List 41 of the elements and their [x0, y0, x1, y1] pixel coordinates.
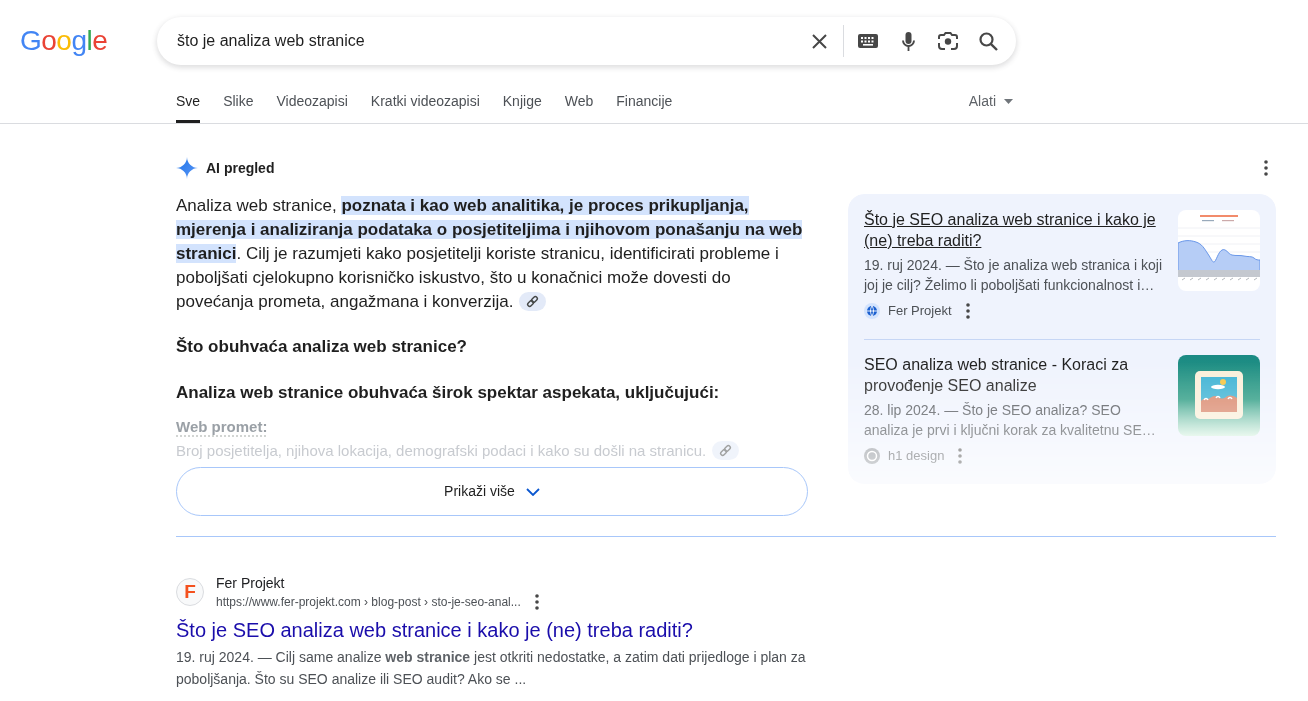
- tab[interactable]: Financije: [616, 80, 673, 123]
- source-snippet: 28. lip 2024. — Što je SEO analiza? SEO analiza je prvi i ključni korak za kvalitetnu SE…: [864, 401, 1157, 440]
- term-label: Web promet:: [176, 418, 268, 435]
- tab[interactable]: Slike: [223, 80, 254, 123]
- microphone-icon[interactable]: [901, 31, 915, 51]
- tab[interactable]: Web: [564, 80, 594, 123]
- overview-heading: Što obuhvaća analiza web stranice?: [176, 336, 468, 358]
- tab[interactable]: Videozapisi: [276, 80, 348, 123]
- clear-icon[interactable]: [811, 33, 827, 49]
- tools-button[interactable]: Alati: [968, 80, 1013, 123]
- more-options-icon[interactable]: [1264, 160, 1268, 176]
- caret-icon: [1004, 99, 1013, 104]
- search-field[interactable]: što je analiza web stranice: [177, 29, 799, 53]
- more-options-icon[interactable]: [965, 303, 970, 319]
- overview-paragraph: Analiza web stranice, poznata i kao web analitika, je proces prikupljanja, mjerenja i analiziranja podataka o posjetiteljima i njihovom ponašanju na web stranici. Cilj je razumjeti kako posjetitelji koriste stranicu, identificirati probleme i poboljšati cjelokupno korisničko iskustvo, što u konačnici može dovesti do povećanja prometa, angažmana i konverzija.: [176, 195, 804, 313]
- globe-icon: [864, 303, 880, 319]
- result-snippet: 19. ruj 2024. — Cilj same analize web stranice jest otkriti nedostatke, a zatim dati prijedloge i plan za poboljšanja. Što su SEO analize ili SEO audit? Ako se ...: [176, 648, 807, 689]
- show-more-button[interactable]: Prikaži više: [176, 467, 808, 516]
- site-logo: F: [176, 578, 204, 606]
- camera-icon[interactable]: [938, 32, 958, 50]
- chevron-down-icon: [525, 487, 540, 496]
- more-options-icon[interactable]: [534, 594, 539, 610]
- source-snippet: 19. ruj 2024. — Što je analiza web stranica i koji joj je cilj? Želimo li poboljšati funkcionalnost i…: [864, 256, 1164, 295]
- site-logo-icon: [864, 448, 880, 464]
- source-site-name: h1 design: [888, 447, 945, 466]
- tab[interactable]: Sve: [176, 80, 201, 123]
- source-title[interactable]: SEO analiza web stranice - Koraci za provođenje SEO analize: [864, 354, 1166, 396]
- site-name: Fer Projekt: [216, 574, 286, 593]
- overview-subheading: Analiza web stranice obuhvaća širok spektar aspekata, uključujući:: [176, 382, 721, 404]
- source-site-name: Fer Projekt: [888, 302, 952, 321]
- source-title[interactable]: Što je SEO analiza web stranice i kako je (ne) treba raditi?: [864, 209, 1166, 251]
- tab[interactable]: Kratki videozapisi: [370, 80, 480, 123]
- result-title[interactable]: Što je SEO analiza web stranice i kako je (ne) treba raditi?: [176, 617, 828, 643]
- link-icon[interactable]: [519, 292, 547, 311]
- ai-overview-title: AI pregled: [206, 158, 275, 178]
- search-icon[interactable]: [978, 31, 998, 51]
- keyboard-icon[interactable]: [858, 34, 878, 48]
- tab[interactable]: Knjige: [502, 80, 542, 123]
- result-url: https://www.fer-projekt.com › blog-post › sto-je-seo-anal...: [216, 594, 521, 611]
- sparkle-icon: [176, 157, 198, 179]
- google-logo[interactable]: Google: [20, 25, 108, 57]
